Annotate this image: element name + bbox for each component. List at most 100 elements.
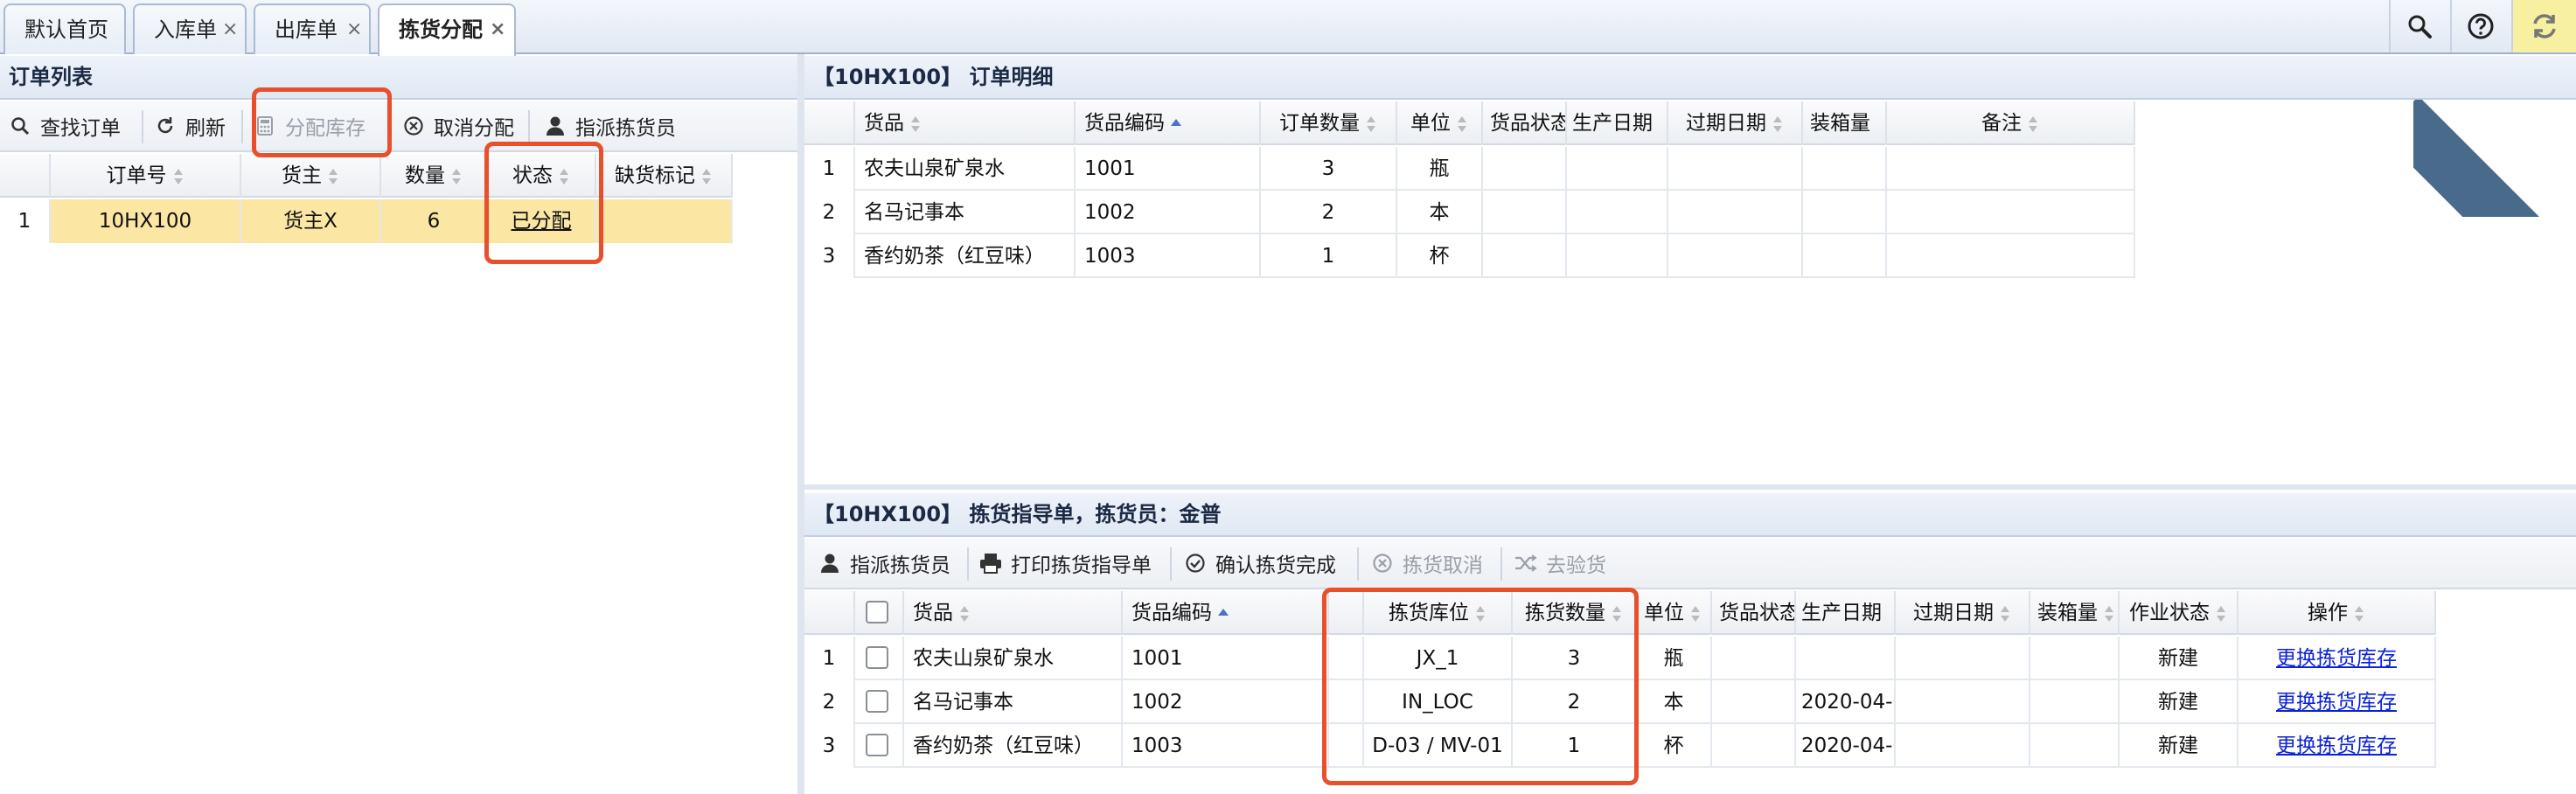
header-label: 订单号 [106, 164, 167, 187]
header-case-qty[interactable]: 装箱量 [2030, 591, 2120, 635]
tab-label: 出库单 [275, 17, 338, 42]
refresh-settings-icon[interactable] [2511, 0, 2576, 52]
header-item-code[interactable]: 货品编码 [1076, 101, 1261, 145]
sort-icon [327, 167, 339, 186]
close-icon[interactable]: × [346, 5, 362, 54]
sort-icon [909, 115, 922, 134]
item-code-cell: 1003 [1076, 234, 1261, 278]
header-expiry-date[interactable]: 过期日期 [1668, 101, 1803, 145]
sort-icon [1772, 115, 1784, 134]
annotation-box-status [484, 142, 603, 264]
production-date-cell: 2020-04-0 [1796, 724, 1896, 768]
header-shortage[interactable]: 缺货标记 [596, 154, 733, 198]
header-rownum [804, 591, 855, 635]
table-row[interactable]: 1 农夫山泉矿泉水 1001 3 瓶 [804, 147, 2135, 191]
header-item[interactable]: 货品 [904, 591, 1123, 635]
button-label: 去验货 [1546, 554, 1606, 577]
order-qty-cell: 3 [1261, 147, 1397, 191]
confirm-pick-complete-button[interactable]: 确认拣货完成 [1184, 539, 1336, 588]
refresh-button[interactable]: 刷新 [154, 101, 226, 150]
table-row[interactable]: 3 香约奶茶（红豆味） 1003 1 杯 [804, 234, 2135, 278]
sort-icon [1365, 115, 1377, 134]
header-item-code[interactable]: 货品编码 [1123, 591, 1329, 635]
row-select[interactable] [855, 637, 904, 680]
cancel-circle-icon [1371, 552, 1394, 575]
panel-splitter-horizontal[interactable] [804, 484, 2576, 490]
item-status-cell [1712, 724, 1796, 768]
order-detail-header: 货品 货品编码 订单数量 单位 货品状态 生产日期 过期日期 装箱量 备注 [804, 101, 2135, 145]
table-row[interactable]: 2 名马记事本 1002 2 本 [804, 191, 2135, 234]
header-select-all[interactable] [855, 591, 904, 635]
header-remark[interactable]: 备注 [1887, 101, 2135, 145]
job-status-cell: 新建 [2120, 724, 2238, 768]
tab-label: 入库单 [154, 17, 217, 42]
production-date-cell [1567, 147, 1668, 191]
item-status-cell [1483, 147, 1567, 191]
tab-pick-allocation[interactable]: 拣货分配 × [378, 3, 516, 56]
button-label: 打印拣货指导单 [1011, 554, 1152, 577]
header-qty[interactable]: 数量 [381, 154, 488, 198]
annotation-box-pick-location [1322, 588, 1639, 785]
shortage-cell [596, 199, 733, 243]
tab-inbound[interactable]: 入库单 × [133, 3, 247, 54]
header-label: 作业状态 [2129, 602, 2210, 624]
row-checkbox[interactable] [866, 646, 888, 669]
header-rownum [804, 101, 855, 145]
item-code-cell: 1001 [1076, 147, 1261, 191]
panel-splitter[interactable] [797, 54, 804, 794]
close-icon[interactable]: × [222, 5, 238, 54]
header-item-status[interactable]: 货品状态 [1712, 591, 1796, 635]
find-order-button[interactable]: 查找订单 [9, 101, 121, 150]
unit-cell: 杯 [1637, 724, 1712, 768]
table-row[interactable]: 1 10HX100 货主X 6 已分配 [0, 199, 733, 243]
help-icon[interactable] [2450, 0, 2510, 52]
header-owner[interactable]: 货主 [241, 154, 381, 198]
header-production-date[interactable]: 生产日期 [1567, 101, 1668, 145]
order-no-cell: 10HX100 [51, 199, 241, 243]
tab-bar: 默认首页 入库单 × 出库单 × 拣货分配 × [0, 0, 2576, 56]
header-label: 货品编码 [1084, 112, 1165, 135]
expiry-date-cell [1668, 191, 1803, 234]
actions-cell: 更换拣货库存 [2238, 724, 2436, 768]
header-label: 生产日期 [1801, 602, 1882, 624]
select-all-checkbox[interactable] [866, 601, 888, 623]
sort-icon [958, 604, 971, 623]
header-unit[interactable]: 单位 [1397, 101, 1483, 145]
row-select[interactable] [855, 680, 904, 724]
button-label: 查找订单 [40, 117, 121, 140]
header-unit[interactable]: 单位 [1637, 591, 1712, 635]
header-job-status[interactable]: 作业状态 [2120, 591, 2238, 635]
actions-cell: 更换拣货库存 [2238, 637, 2436, 680]
header-item[interactable]: 货品 [855, 101, 1076, 145]
change-pick-stock-link[interactable]: 更换拣货库存 [2276, 691, 2397, 714]
close-icon[interactable]: × [490, 5, 505, 54]
header-order-qty[interactable]: 订单数量 [1261, 101, 1397, 145]
change-pick-stock-link[interactable]: 更换拣货库存 [2276, 735, 2397, 757]
unit-cell: 瓶 [1637, 637, 1712, 680]
remark-cell [1887, 191, 2135, 234]
search-icon[interactable] [2389, 0, 2448, 52]
tab-home[interactable]: 默认首页 [3, 3, 126, 54]
case-qty-cell [1803, 147, 1887, 191]
header-label: 过期日期 [1686, 112, 1766, 135]
header-order-no[interactable]: 订单号 [51, 154, 241, 198]
header-actions[interactable]: 操作 [2238, 591, 2436, 635]
tab-outbound[interactable]: 出库单 × [254, 3, 371, 54]
go-inspect-button[interactable]: 去验货 [1514, 539, 1606, 588]
header-label: 过期日期 [1913, 602, 1994, 624]
production-date-cell [1567, 191, 1668, 234]
print-pick-guide-button[interactable]: 打印拣货指导单 [979, 539, 1152, 588]
unit-cell: 本 [1637, 680, 1712, 724]
header-production-date[interactable]: 生产日期 [1796, 591, 1896, 635]
header-case-qty[interactable]: 装箱量 [1803, 101, 1887, 145]
header-expiry-date[interactable]: 过期日期 [1896, 591, 2030, 635]
remark-cell [1887, 147, 2135, 191]
row-select[interactable] [855, 724, 904, 768]
row-checkbox[interactable] [866, 690, 888, 713]
assign-picker-button[interactable]: 指派拣货员 [818, 539, 950, 588]
row-number: 3 [804, 724, 855, 768]
cancel-pick-button[interactable]: 拣货取消 [1371, 539, 1483, 588]
header-item-status[interactable]: 货品状态 [1483, 101, 1567, 145]
change-pick-stock-link[interactable]: 更换拣货库存 [2276, 647, 2397, 670]
row-checkbox[interactable] [866, 734, 888, 756]
